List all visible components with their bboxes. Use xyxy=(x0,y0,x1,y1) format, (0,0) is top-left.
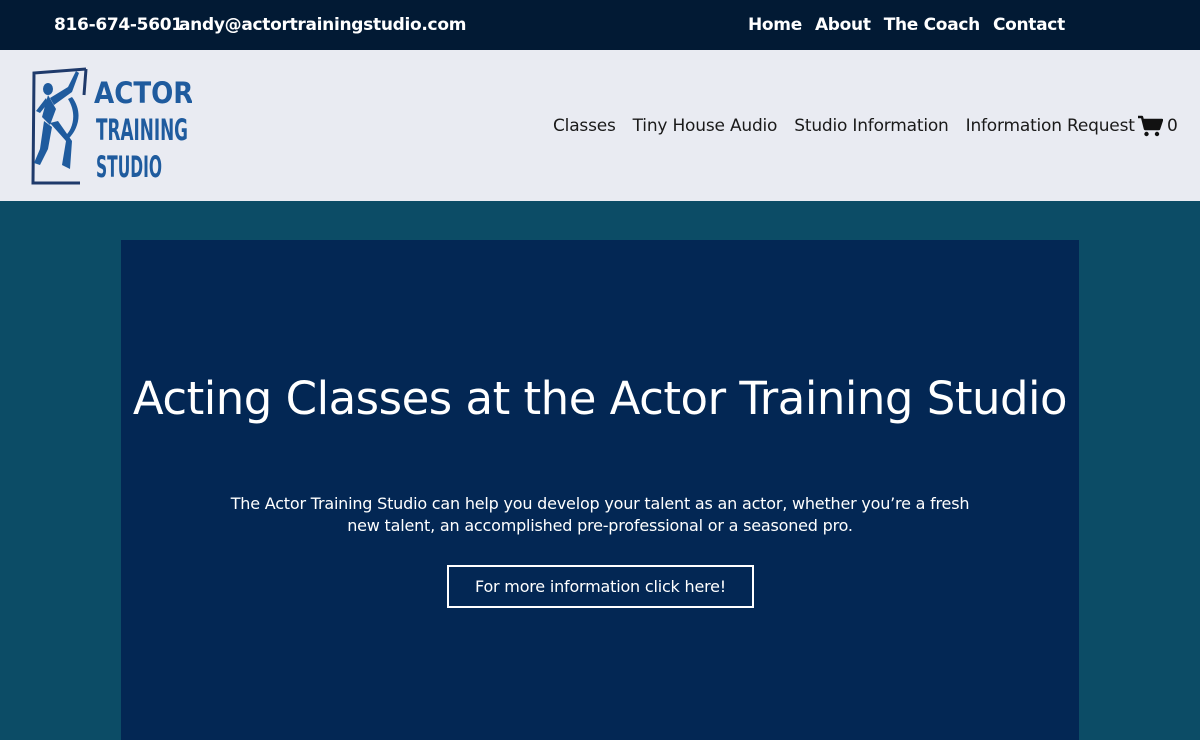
logo-line-studio: STUDIO xyxy=(96,150,162,184)
nav-tiny-house-audio[interactable]: Tiny House Audio xyxy=(633,116,778,136)
hero-description: The Actor Training Studio can help you d… xyxy=(230,494,970,535)
top-nav-home[interactable]: Home xyxy=(748,0,802,50)
top-nav: Home About The Coach Contact xyxy=(748,0,1065,50)
cart-button[interactable]: 0 xyxy=(1137,113,1178,139)
more-info-button[interactable]: For more information click here! xyxy=(447,565,754,608)
email-link[interactable]: andy@actortrainingstudio.com xyxy=(179,0,466,50)
top-bar: 816-674-5601 andy@actortrainingstudio.co… xyxy=(0,0,1200,50)
top-nav-about[interactable]: About xyxy=(815,0,871,50)
site-header: ACTOR TRAINING STUDIO Classes Tiny House… xyxy=(0,50,1200,201)
main-nav: Classes Tiny House Audio Studio Informat… xyxy=(553,50,1135,201)
logo-wordmark: ACTOR TRAINING STUDIO xyxy=(94,76,192,184)
top-nav-contact[interactable]: Contact xyxy=(993,0,1065,50)
logo-line-training: TRAINING xyxy=(96,113,188,147)
nav-information-request[interactable]: Information Request xyxy=(966,116,1135,136)
cart-icon xyxy=(1138,115,1163,137)
nav-classes[interactable]: Classes xyxy=(553,116,616,136)
nav-studio-information[interactable]: Studio Information xyxy=(794,116,949,136)
hero-title: Acting Classes at the Actor Training Stu… xyxy=(132,372,1068,425)
logo-line-actor: ACTOR xyxy=(94,76,192,110)
hero-banner: Acting Classes at the Actor Training Stu… xyxy=(121,240,1079,740)
top-nav-the-coach[interactable]: The Coach xyxy=(884,0,981,50)
phone-link[interactable]: 816-674-5601 xyxy=(54,0,183,50)
site-logo[interactable]: ACTOR TRAINING STUDIO xyxy=(28,65,192,187)
cart-count: 0 xyxy=(1167,116,1178,136)
